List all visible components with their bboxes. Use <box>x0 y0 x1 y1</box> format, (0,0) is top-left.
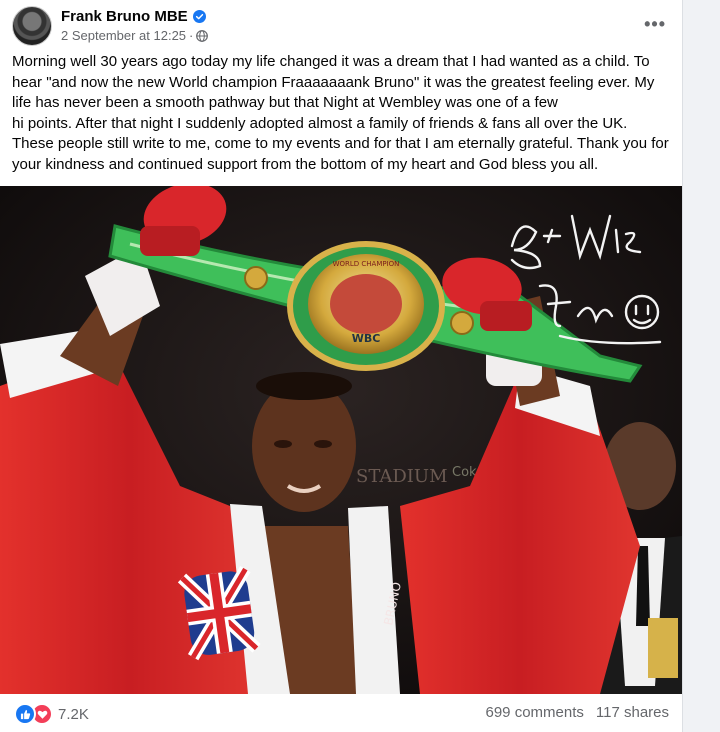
stadium-sign: STADIUM <box>356 466 448 487</box>
post-text: Morning well 30 years ago today my life … <box>12 53 669 173</box>
shares-count[interactable]: 117 shares <box>596 704 669 721</box>
author-name[interactable]: Frank Bruno MBE <box>61 8 188 25</box>
post-timestamp[interactable]: 2 September at 12:25 <box>61 28 186 43</box>
engagement-counts: 699 comments 117 shares <box>486 704 670 721</box>
more-icon[interactable]: ••• <box>644 14 666 35</box>
post-meta: 2 September at 12:25 · <box>61 28 209 43</box>
belt-label: WBC <box>352 332 381 345</box>
photo-illustration: STADIUM Coke BRUNO WBC WORLD CHAMPION <box>0 186 682 694</box>
post-header: Frank Bruno MBE 2 September at 12:25 · •… <box>12 6 672 46</box>
reactions-summary[interactable]: 7.2K <box>14 703 89 725</box>
like-reaction-icon <box>14 703 36 725</box>
post-footer: 7.2K 699 comments 117 shares <box>0 694 682 732</box>
globe-icon[interactable] <box>196 29 209 42</box>
author-avatar[interactable] <box>12 6 52 46</box>
belt-rim-text: WORLD CHAMPION <box>333 260 400 268</box>
post-card: Frank Bruno MBE 2 September at 12:25 · •… <box>0 0 683 732</box>
union-jack-patch <box>177 566 261 661</box>
author-name-row: Frank Bruno MBE <box>61 8 206 25</box>
verified-badge-icon <box>192 10 206 23</box>
comments-count[interactable]: 699 comments <box>486 704 584 721</box>
post-photo[interactable]: STADIUM Coke BRUNO WBC WORLD CHAMPION <box>0 186 682 694</box>
boxer-head <box>252 372 356 512</box>
reactions-count: 7.2K <box>58 705 89 723</box>
meta-separator: · <box>189 28 194 43</box>
